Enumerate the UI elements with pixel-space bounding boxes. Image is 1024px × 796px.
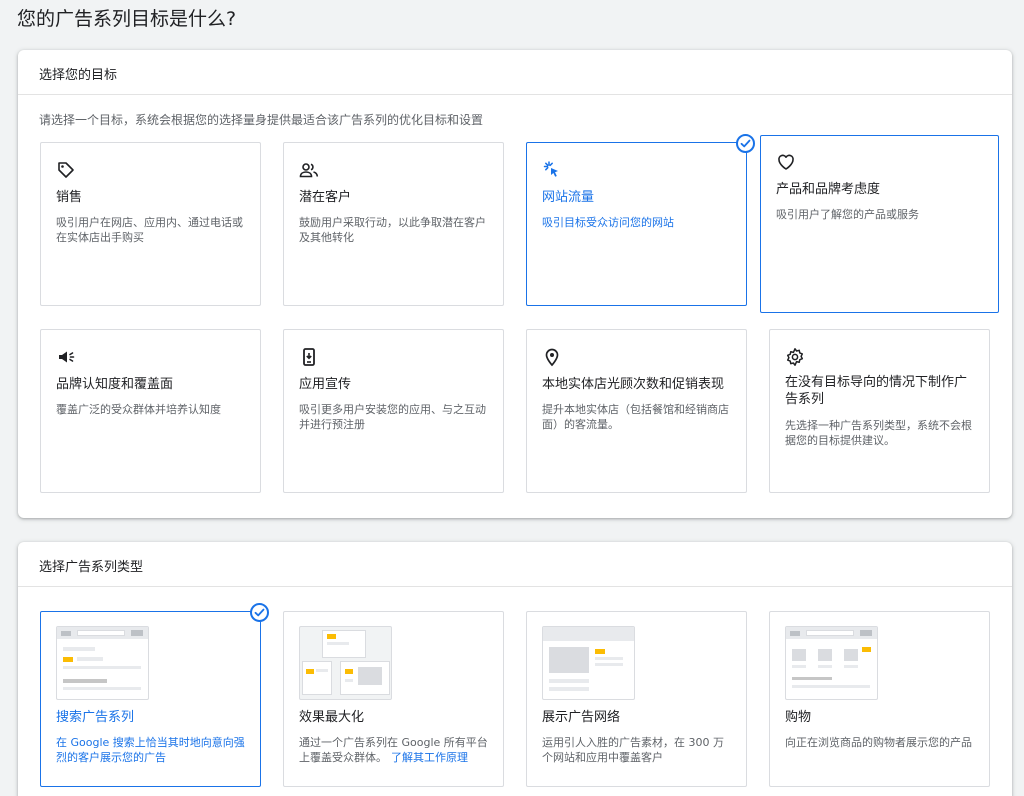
campaign-type-title: 效果最大化: [299, 710, 365, 725]
campaign-type-card-search[interactable]: 搜索广告系列 在 Google 搜索上恰当其时地向意向强烈的客户展示您的广告: [40, 603, 269, 787]
goal-card-app-promotion[interactable]: 应用宣传 吸引更多用户安装您的应用、与之互动并进行预注册: [283, 329, 504, 493]
heart-icon: [778, 154, 794, 170]
goal-card-title: 本地实体店光顾次数和促销表现: [542, 377, 725, 392]
shopping-ad-illustration: [785, 626, 878, 700]
goal-card-desc: 提升本地实体店（包括餐馆和经销商店面）的客流量。: [542, 403, 729, 431]
campaign-type-title: 搜索广告系列: [56, 710, 135, 725]
goal-card-title: 销售: [56, 190, 83, 205]
goal-card-title: 应用宣传: [299, 377, 352, 392]
goal-card-title: 品牌认知度和覆盖面: [56, 377, 174, 392]
goal-panel-description: 请选择一个目标，系统会根据您的选择量身提供最适合该广告系列的优化目标和设置: [39, 113, 484, 127]
location-pin-icon: [545, 348, 559, 367]
cursor-click-icon: [543, 161, 558, 177]
goal-panel: 选择您的目标 请选择一个目标，系统会根据您的选择量身提供最适合该广告系列的优化目…: [18, 50, 1012, 518]
goal-card-title: 潜在客户: [299, 190, 352, 205]
tag-icon: [58, 162, 74, 178]
people-icon: [299, 163, 319, 178]
phone-icon: [303, 348, 315, 366]
campaign-type-card-shopping[interactable]: 购物 向正在浏览商品的购物者展示您的产品: [769, 611, 990, 787]
goal-card-no-goal[interactable]: 在没有目标导向的情况下制作广告系列 先选择一种广告系列类型，系统不会根据您的目标…: [769, 329, 990, 493]
goal-card-desc: 先选择一种广告系列类型，系统不会根据您的目标提供建议。: [785, 419, 972, 447]
performance-max-illustration: [299, 626, 392, 700]
goal-card-desc: 吸引目标受众访问您的网站: [542, 216, 674, 229]
goal-card-website-traffic[interactable]: 网站流量 吸引目标受众访问您的网站: [526, 134, 755, 306]
goal-card-desc: 吸引用户在网店、应用内、通过电话或在实体店出手购买: [56, 216, 243, 244]
goal-card-desc: 覆盖广泛的受众群体并培养认知度: [56, 403, 221, 416]
megaphone-icon: [59, 351, 75, 363]
goal-card-sales[interactable]: 销售 吸引用户在网店、应用内、通过电话或在实体店出手购买: [40, 142, 261, 306]
campaign-type-card-display[interactable]: 展示广告网络 运用引人入胜的广告素材，在 300 万个网站和应用中覆盖客户: [526, 611, 747, 787]
campaign-type-desc: 在 Google 搜索上恰当其时地向意向强烈的客户展示您的广告: [56, 736, 245, 764]
selected-check-icon: [736, 134, 755, 153]
campaign-type-desc: 向正在浏览商品的购物者展示您的产品: [785, 736, 972, 749]
campaign-type-title: 购物: [785, 710, 812, 725]
display-ad-illustration: [542, 626, 635, 700]
gear-icon: [786, 348, 804, 366]
campaign-type-panel: 选择广告系列类型 搜索广告系列 在 Google 搜索上恰当其时地向意向强烈的客…: [18, 542, 1012, 796]
goal-card-desc: 吸引用户了解您的产品或服务: [776, 208, 919, 221]
goal-card-product-brand-consideration[interactable]: 产品和品牌考虑度 吸引用户了解您的产品或服务: [760, 135, 999, 313]
goal-card-title: 产品和品牌考虑度: [776, 182, 881, 197]
goal-panel-header: 选择您的目标: [18, 50, 1012, 95]
campaign-type-title: 展示广告网络: [542, 710, 621, 725]
goal-card-desc: 鼓励用户采取行动，以此争取潜在客户及其他转化: [299, 216, 486, 244]
campaign-type-panel-header: 选择广告系列类型: [18, 542, 1012, 587]
campaign-type-desc: 运用引人入胜的广告素材，在 300 万个网站和应用中覆盖客户: [542, 736, 724, 764]
goal-card-title: 在没有目标导向的情况下制作广告系列: [785, 375, 968, 407]
campaign-type-desc: 通过一个广告系列在 Google 所有平台上覆盖受众群体。 了解其工作原理: [299, 735, 489, 765]
goal-card-title: 网站流量: [542, 190, 595, 205]
campaign-type-card-performance-max[interactable]: 效果最大化 通过一个广告系列在 Google 所有平台上覆盖受众群体。 了解其工作…: [283, 611, 504, 787]
goal-card-leads[interactable]: 潜在客户 鼓励用户采取行动，以此争取潜在客户及其他转化: [283, 142, 504, 306]
selected-check-icon: [250, 603, 269, 622]
goal-card-local-store-visits[interactable]: 本地实体店光顾次数和促销表现 提升本地实体店（包括餐馆和经销商店面）的客流量。: [526, 329, 747, 493]
goal-card-brand-awareness[interactable]: 品牌认知度和覆盖面 覆盖广泛的受众群体并培养认知度: [40, 329, 261, 493]
goal-card-desc: 吸引更多用户安装您的应用、与之互动并进行预注册: [299, 403, 486, 431]
page-title: 您的广告系列目标是什么?: [17, 8, 237, 30]
learn-how-it-works-link[interactable]: 了解其工作原理: [391, 751, 468, 764]
search-ad-illustration: [56, 626, 149, 700]
